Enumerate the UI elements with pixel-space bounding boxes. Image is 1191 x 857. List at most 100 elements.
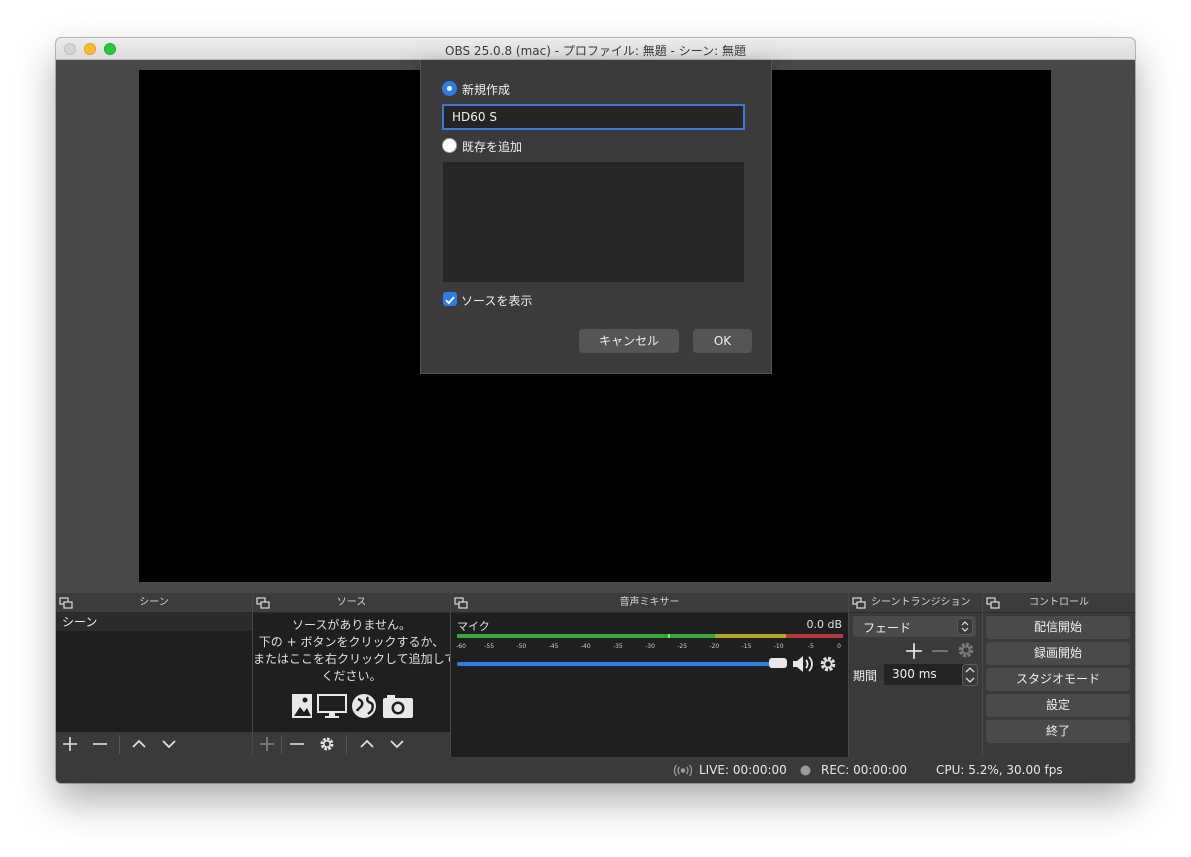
cpu-fps: CPU: 5.2%, 30.00 fps xyxy=(936,763,1063,777)
plus-icon xyxy=(63,737,77,751)
minus-icon[interactable] xyxy=(931,642,949,660)
move-source-down-button[interactable] xyxy=(386,734,408,755)
cancel-button[interactable]: キャンセル xyxy=(579,329,679,353)
empty-line-4: ください。 xyxy=(321,669,382,683)
gear-icon[interactable] xyxy=(819,655,837,673)
chevron-up-icon xyxy=(360,739,374,748)
source-name-input[interactable] xyxy=(442,104,745,130)
live-timer: LIVE: 00:00:00 xyxy=(699,763,787,777)
toolbar-separator xyxy=(119,735,120,754)
source-empty-message: ソースがありません。 下の + ボタンをクリックするか、 またはここを右クリック… xyxy=(253,617,450,685)
mixer-level: 0.0 dB xyxy=(806,618,842,631)
settings-button[interactable]: 設定 xyxy=(986,694,1130,717)
start-streaming-button[interactable]: 配信開始 xyxy=(986,616,1130,639)
scene-list[interactable]: シーン xyxy=(56,613,252,732)
visible-checkbox[interactable] xyxy=(443,292,457,306)
speaker-icon[interactable] xyxy=(791,654,815,674)
add-existing-radio[interactable] xyxy=(442,138,457,153)
volume-slider-handle[interactable] xyxy=(769,658,788,668)
dock-float-icon[interactable] xyxy=(986,597,1000,609)
sources-dock: ソース ソースがありません。 下の + ボタンをクリックするか、 またはここを右… xyxy=(253,593,450,757)
scenes-toolbar xyxy=(56,732,252,757)
broadcast-icon xyxy=(673,764,693,777)
meter-tick-label: -35 xyxy=(612,643,623,650)
plus-icon[interactable] xyxy=(905,642,923,660)
source-list[interactable]: ソースがありません。 下の + ボタンをクリックするか、 またはここを右クリック… xyxy=(253,613,450,732)
dock-float-icon[interactable] xyxy=(256,597,270,609)
transitions-dock-title: シーントランジション xyxy=(849,593,982,613)
toolbar-separator xyxy=(281,735,282,754)
volume-slider-track[interactable] xyxy=(457,662,775,666)
meter-tick-label: -45 xyxy=(548,643,559,650)
empty-line-1: ソースがありません。 xyxy=(291,618,412,632)
add-scene-button[interactable] xyxy=(59,734,81,755)
add-source-dialog: 新規作成 既存を追加 ソースを表示 キャンセル OK xyxy=(420,60,772,374)
image-icon xyxy=(292,694,312,718)
meter-tick-label: -60 xyxy=(456,643,466,650)
meter-tick-label: -55 xyxy=(484,643,495,650)
duration-input[interactable]: 300 ms xyxy=(884,664,964,685)
controls-dock: コントロール 配信開始 録画開始 スタジオモード 設定 終了 xyxy=(983,593,1135,757)
record-dot-icon xyxy=(800,765,811,776)
dock-float-icon[interactable] xyxy=(59,597,73,609)
existing-source-list[interactable] xyxy=(443,162,744,282)
empty-line-2: 下の + ボタンをクリックするか、 xyxy=(258,635,445,649)
move-source-up-button[interactable] xyxy=(356,734,378,755)
meter-tick-label: -25 xyxy=(677,643,688,650)
source-properties-button[interactable] xyxy=(316,734,338,755)
browser-globe-icon xyxy=(352,694,376,718)
status-bar: LIVE: 00:00:00 REC: 00:00:00 CPU: 5.2%, … xyxy=(56,757,1135,783)
gear-icon xyxy=(320,737,334,751)
create-new-label: 新規作成 xyxy=(462,83,511,97)
scene-list-item[interactable]: シーン xyxy=(56,613,252,631)
volume-meter xyxy=(457,634,843,638)
meter-tick-label: -15 xyxy=(741,643,752,650)
mixer-dock-title: 音声ミキサー xyxy=(451,593,848,613)
chevron-down-icon xyxy=(390,740,404,749)
chevron-down-icon xyxy=(162,740,176,749)
meter-tick-label: -10 xyxy=(773,643,784,650)
mixer-dock: 音声ミキサー マイク 0.0 dB -60 -55 -50 -45 -40 -35 -30-… xyxy=(451,593,848,757)
source-type-icons xyxy=(292,694,413,718)
stepper-arrows-icon[interactable] xyxy=(962,664,978,686)
remove-source-button[interactable] xyxy=(286,734,308,755)
create-new-radio[interactable] xyxy=(442,81,457,96)
select-arrows-icon xyxy=(957,618,973,635)
sources-dock-label: ソース xyxy=(336,597,367,608)
exit-button[interactable]: 終了 xyxy=(986,720,1130,743)
scenes-dock: シーン シーン xyxy=(56,593,252,757)
add-existing-label: 既存を追加 xyxy=(462,140,523,154)
obs-window: OBS 25.0.8 (mac) - プロファイル: 無題 - シーン: 無題 … xyxy=(56,38,1135,783)
window-title: OBS 25.0.8 (mac) - プロファイル: 無題 - シーン: 無題 xyxy=(445,44,746,58)
mixer-body: マイク 0.0 dB -60 -55 -50 -45 -40 -35 -30 -25 -20 -1… xyxy=(451,613,848,757)
start-recording-button[interactable]: 録画開始 xyxy=(986,642,1130,665)
meter-tick-label: -30 xyxy=(645,643,655,650)
dock-float-icon[interactable] xyxy=(852,597,866,609)
remove-scene-button[interactable] xyxy=(89,734,111,755)
meter-tick-label: -40 xyxy=(580,643,591,650)
sources-toolbar xyxy=(253,732,450,757)
add-source-button[interactable] xyxy=(256,734,278,755)
meter-tick-label: -20 xyxy=(709,643,720,650)
plus-icon xyxy=(260,737,274,751)
controls-dock-title: コントロール xyxy=(983,593,1135,613)
empty-line-3: またはここを右クリックして追加して xyxy=(253,652,450,666)
move-scene-up-button[interactable] xyxy=(128,734,150,755)
transition-select[interactable]: フェード xyxy=(853,616,976,637)
visible-label: ソースを表示 xyxy=(461,294,533,308)
ok-button[interactable]: OK xyxy=(693,329,752,353)
meter-tick-label: -50 xyxy=(516,643,527,650)
minus-icon xyxy=(93,743,107,745)
display-icon xyxy=(317,694,347,718)
dock-float-icon[interactable] xyxy=(454,597,468,609)
transition-select-value: フェード xyxy=(863,621,912,635)
toolbar-separator xyxy=(346,735,347,754)
studio-mode-button[interactable]: スタジオモード xyxy=(986,668,1130,691)
scenes-dock-label: シーン xyxy=(139,597,169,608)
transitions-dock-label: シーントランジション xyxy=(871,597,971,608)
camera-icon xyxy=(383,695,413,718)
meter-tick-label: 0 xyxy=(837,643,841,650)
move-scene-down-button[interactable] xyxy=(158,734,180,755)
gear-icon[interactable] xyxy=(957,641,975,659)
scenes-dock-title: シーン xyxy=(56,593,252,613)
